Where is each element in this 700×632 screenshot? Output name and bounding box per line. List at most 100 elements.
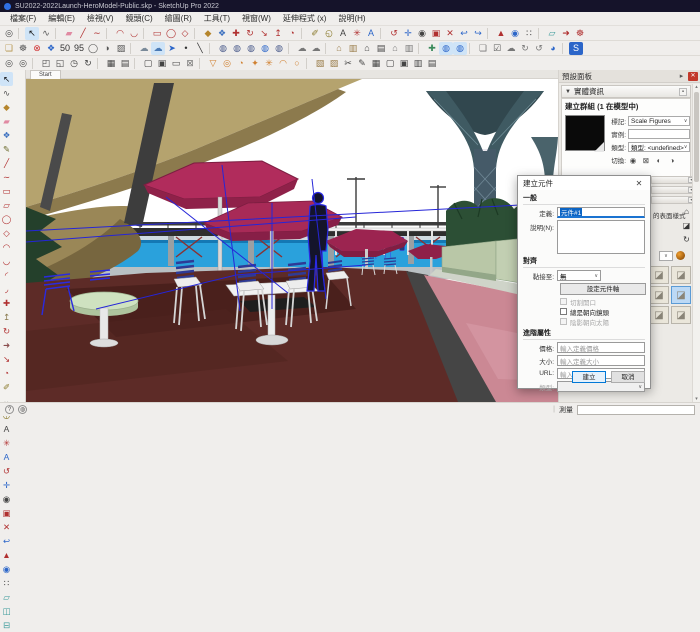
section-plane-icon[interactable]: ▱ bbox=[545, 27, 559, 40]
polygon-icon[interactable]: ◇ bbox=[0, 226, 13, 240]
hex-style-1-icon[interactable]: ◍ bbox=[216, 42, 230, 55]
cloud-upload-icon[interactable]: ☁ bbox=[151, 42, 165, 55]
sandbox-1-icon[interactable]: ▧ bbox=[313, 57, 327, 70]
ring-icon[interactable]: ○ bbox=[290, 57, 304, 70]
zoom-icon[interactable]: ◉ bbox=[415, 27, 429, 40]
monitor-icon[interactable]: ▤ bbox=[118, 57, 132, 70]
tray-close-icon[interactable]: ✕ bbox=[688, 72, 698, 81]
gear-red-icon[interactable]: ☸ bbox=[573, 27, 587, 40]
circle-icon[interactable]: ◯ bbox=[164, 27, 178, 40]
position-camera-icon[interactable]: ▲ bbox=[0, 548, 13, 562]
home-outline-icon[interactable]: ⌂ bbox=[388, 42, 402, 55]
receive-shadows-icon[interactable]: ◑ bbox=[667, 155, 677, 165]
offset-icon[interactable]: ◔ bbox=[285, 27, 299, 40]
scale-icon[interactable]: ↘ bbox=[257, 27, 271, 40]
circled-o-icon[interactable]: ◎ bbox=[16, 57, 30, 70]
checkbox-icon[interactable]: ☑ bbox=[490, 42, 504, 55]
menu-item[interactable]: 編輯(E) bbox=[42, 12, 81, 25]
remove-circle-icon[interactable]: ⊗ bbox=[30, 42, 44, 55]
look-around-icon[interactable]: ◉ bbox=[0, 562, 13, 576]
checkbox-icon[interactable] bbox=[560, 308, 567, 315]
select-arrow-icon[interactable]: ↖ bbox=[0, 72, 13, 86]
play-round-icon[interactable]: ◕ bbox=[546, 42, 560, 55]
box-b-icon[interactable]: ▣ bbox=[397, 57, 411, 70]
hex-style-2-icon[interactable]: ◍ bbox=[230, 42, 244, 55]
position-camera-icon[interactable]: ▲ bbox=[494, 27, 508, 40]
text-icon[interactable]: A bbox=[0, 422, 13, 436]
cloud-get-icon[interactable]: ☁ bbox=[504, 42, 518, 55]
globe-blue-icon[interactable]: ◍ bbox=[439, 42, 453, 55]
hatch-icon[interactable]: ▨ bbox=[114, 42, 128, 55]
push-pull-icon[interactable]: ↥ bbox=[0, 310, 13, 324]
box-a-icon[interactable]: ▢ bbox=[383, 57, 397, 70]
offset-icon[interactable]: ◔ bbox=[0, 366, 13, 380]
pan-icon[interactable]: ✛ bbox=[401, 27, 415, 40]
geo-pin-icon[interactable]: ➤ bbox=[165, 42, 179, 55]
line-icon[interactable]: ╱ bbox=[76, 27, 90, 40]
polygon-icon[interactable]: ◇ bbox=[178, 27, 192, 40]
axes-icon[interactable]: ✳ bbox=[0, 436, 13, 450]
dome-icon[interactable]: ◠ bbox=[276, 57, 290, 70]
tab-start[interactable]: Start bbox=[30, 70, 61, 79]
menu-item[interactable]: 檢視(V) bbox=[81, 12, 120, 25]
move-icon[interactable]: ✚ bbox=[229, 27, 243, 40]
3d-text-icon[interactable]: A bbox=[364, 27, 378, 40]
create-button[interactable]: 建立 bbox=[572, 371, 606, 383]
style-thumb[interactable]: ◪ bbox=[649, 266, 669, 284]
glue-select[interactable]: 無∨ bbox=[557, 270, 601, 281]
asterisk-icon[interactable]: ✳ bbox=[262, 57, 276, 70]
contrast-icon[interactable]: ◑ bbox=[100, 42, 114, 55]
rotated-rectangle-icon[interactable]: ▱ bbox=[0, 198, 13, 212]
tape-measure-icon[interactable]: ✐ bbox=[0, 380, 13, 394]
select-arrow-icon[interactable]: ↖ bbox=[25, 27, 39, 40]
hex-style-3-icon[interactable]: ◍ bbox=[244, 42, 258, 55]
orbit-icon[interactable]: ↺ bbox=[387, 27, 401, 40]
compass-icon[interactable]: ◔ bbox=[234, 57, 248, 70]
zoom-extents-icon[interactable]: ✕ bbox=[0, 520, 13, 534]
lock-icon[interactable]: ⊠ bbox=[641, 155, 651, 165]
paint-bucket-icon[interactable]: ◆ bbox=[0, 100, 13, 114]
rotate-icon[interactable]: ↻ bbox=[0, 324, 13, 338]
menu-item[interactable]: 說明(H) bbox=[332, 12, 371, 25]
roof-icon[interactable]: ⌂ bbox=[332, 42, 346, 55]
tag-select[interactable]: Scale Figures∨ bbox=[628, 116, 690, 126]
text-icon[interactable]: A bbox=[336, 27, 350, 40]
grid-icon[interactable]: ▦ bbox=[369, 57, 383, 70]
folder-gray-icon[interactable]: ❏ bbox=[476, 42, 490, 55]
styles-dropdown[interactable]: ∨ bbox=[659, 250, 685, 261]
field-of-view-50-icon[interactable]: 50 bbox=[58, 42, 72, 55]
tape-measure-icon[interactable]: ✐ bbox=[308, 27, 322, 40]
turntable-icon[interactable]: ↻ bbox=[81, 57, 95, 70]
collapsed-panel-bar[interactable]: ◂ bbox=[651, 186, 697, 194]
set-axes-button[interactable]: 設定元件軸 bbox=[560, 283, 646, 295]
circle-icon[interactable]: ◯ bbox=[0, 212, 13, 226]
paint-bucket-icon[interactable]: ◆ bbox=[201, 27, 215, 40]
eraser-icon[interactable]: ▰ bbox=[62, 27, 76, 40]
pencil-icon[interactable]: ✎ bbox=[0, 142, 13, 156]
visibility-eye-icon[interactable]: ◉ bbox=[628, 155, 638, 165]
previous-icon[interactable]: ↩ bbox=[457, 27, 471, 40]
freehand-icon[interactable]: ∼ bbox=[0, 170, 13, 184]
measurements-input[interactable] bbox=[577, 405, 695, 415]
window-1-icon[interactable]: ▢ bbox=[141, 57, 155, 70]
collapsed-panel-bar[interactable]: ◂ bbox=[651, 176, 697, 184]
arc-icon[interactable]: ◠ bbox=[113, 27, 127, 40]
section-cut-icon[interactable]: ⊟ bbox=[0, 618, 13, 632]
sketchup-logo-icon[interactable]: S bbox=[569, 42, 583, 55]
cloud-sync-icon[interactable]: ☁ bbox=[309, 42, 323, 55]
entity-info-header[interactable]: ▼ 實體資訊 ▪ bbox=[561, 85, 691, 98]
teapot-icon[interactable]: ◰ bbox=[39, 57, 53, 70]
zoom-extents-icon[interactable]: ✕ bbox=[443, 27, 457, 40]
cloud-download-icon[interactable]: ☁ bbox=[137, 42, 151, 55]
in-model-icon[interactable]: ⌂ bbox=[681, 206, 692, 217]
rectangle-icon[interactable]: ▭ bbox=[0, 184, 13, 198]
menu-item[interactable]: 檔案(F) bbox=[4, 12, 42, 25]
cast-shadows-icon[interactable]: ◐ bbox=[654, 155, 664, 165]
size-input[interactable]: 輸入定義大小 bbox=[557, 355, 645, 366]
zoom-icon[interactable]: ◉ bbox=[0, 492, 13, 506]
styles-drop-icon[interactable]: ❖ bbox=[44, 42, 58, 55]
pencil-edit-icon[interactable]: ✎ bbox=[355, 57, 369, 70]
menu-item[interactable]: 視窗(W) bbox=[236, 12, 277, 25]
walk-icon[interactable]: ∷ bbox=[0, 576, 13, 590]
dialog-title-bar[interactable]: 建立元件 ✕ bbox=[518, 176, 650, 190]
